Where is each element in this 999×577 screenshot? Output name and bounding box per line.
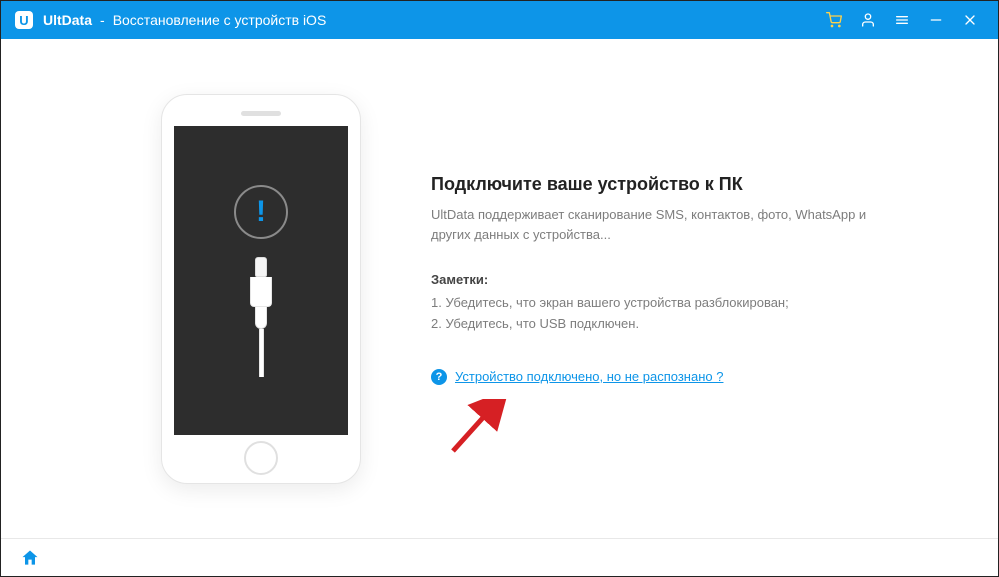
device-not-recognized-link[interactable]: Устройство подключено, но не распознано … xyxy=(455,369,723,384)
lightning-cable-icon xyxy=(239,257,283,377)
phone-screen: ! xyxy=(174,126,348,435)
window-subtitle: Восстановление с устройств iOS xyxy=(113,12,327,28)
phone-frame: ! xyxy=(161,94,361,484)
footer-bar xyxy=(1,538,998,577)
home-button[interactable] xyxy=(19,547,41,569)
titlebar: U UltData - Восстановление с устройств i… xyxy=(1,1,998,39)
page-heading: Подключите ваше устройство к ПК xyxy=(431,174,891,195)
help-icon: ? xyxy=(431,369,447,385)
note-item-1: 1. Убедитесь, что экран вашего устройств… xyxy=(431,293,891,314)
close-button[interactable] xyxy=(956,6,984,34)
device-illustration: ! xyxy=(161,94,361,484)
account-icon[interactable] xyxy=(854,6,882,34)
main-content: ! Подключите ваше устройство к ПК UltDat… xyxy=(1,39,998,538)
phone-speaker xyxy=(241,111,281,116)
minimize-button[interactable] xyxy=(922,6,950,34)
annotation-arrow xyxy=(441,399,511,464)
phone-home-button xyxy=(244,441,278,475)
page-description: UltData поддерживает сканирование SMS, к… xyxy=(431,205,891,244)
note-item-2: 2. Убедитесь, что USB подключен. xyxy=(431,314,891,335)
cart-icon[interactable] xyxy=(820,6,848,34)
info-panel: Подключите ваше устройство к ПК UltData … xyxy=(431,174,891,385)
menu-icon[interactable] xyxy=(888,6,916,34)
app-logo-icon: U xyxy=(15,11,33,29)
notes-title: Заметки: xyxy=(431,272,891,287)
alert-icon: ! xyxy=(234,185,288,239)
title-separator: - xyxy=(100,12,105,28)
help-row: ? Устройство подключено, но не распознан… xyxy=(431,369,891,385)
app-name: UltData xyxy=(43,12,92,28)
